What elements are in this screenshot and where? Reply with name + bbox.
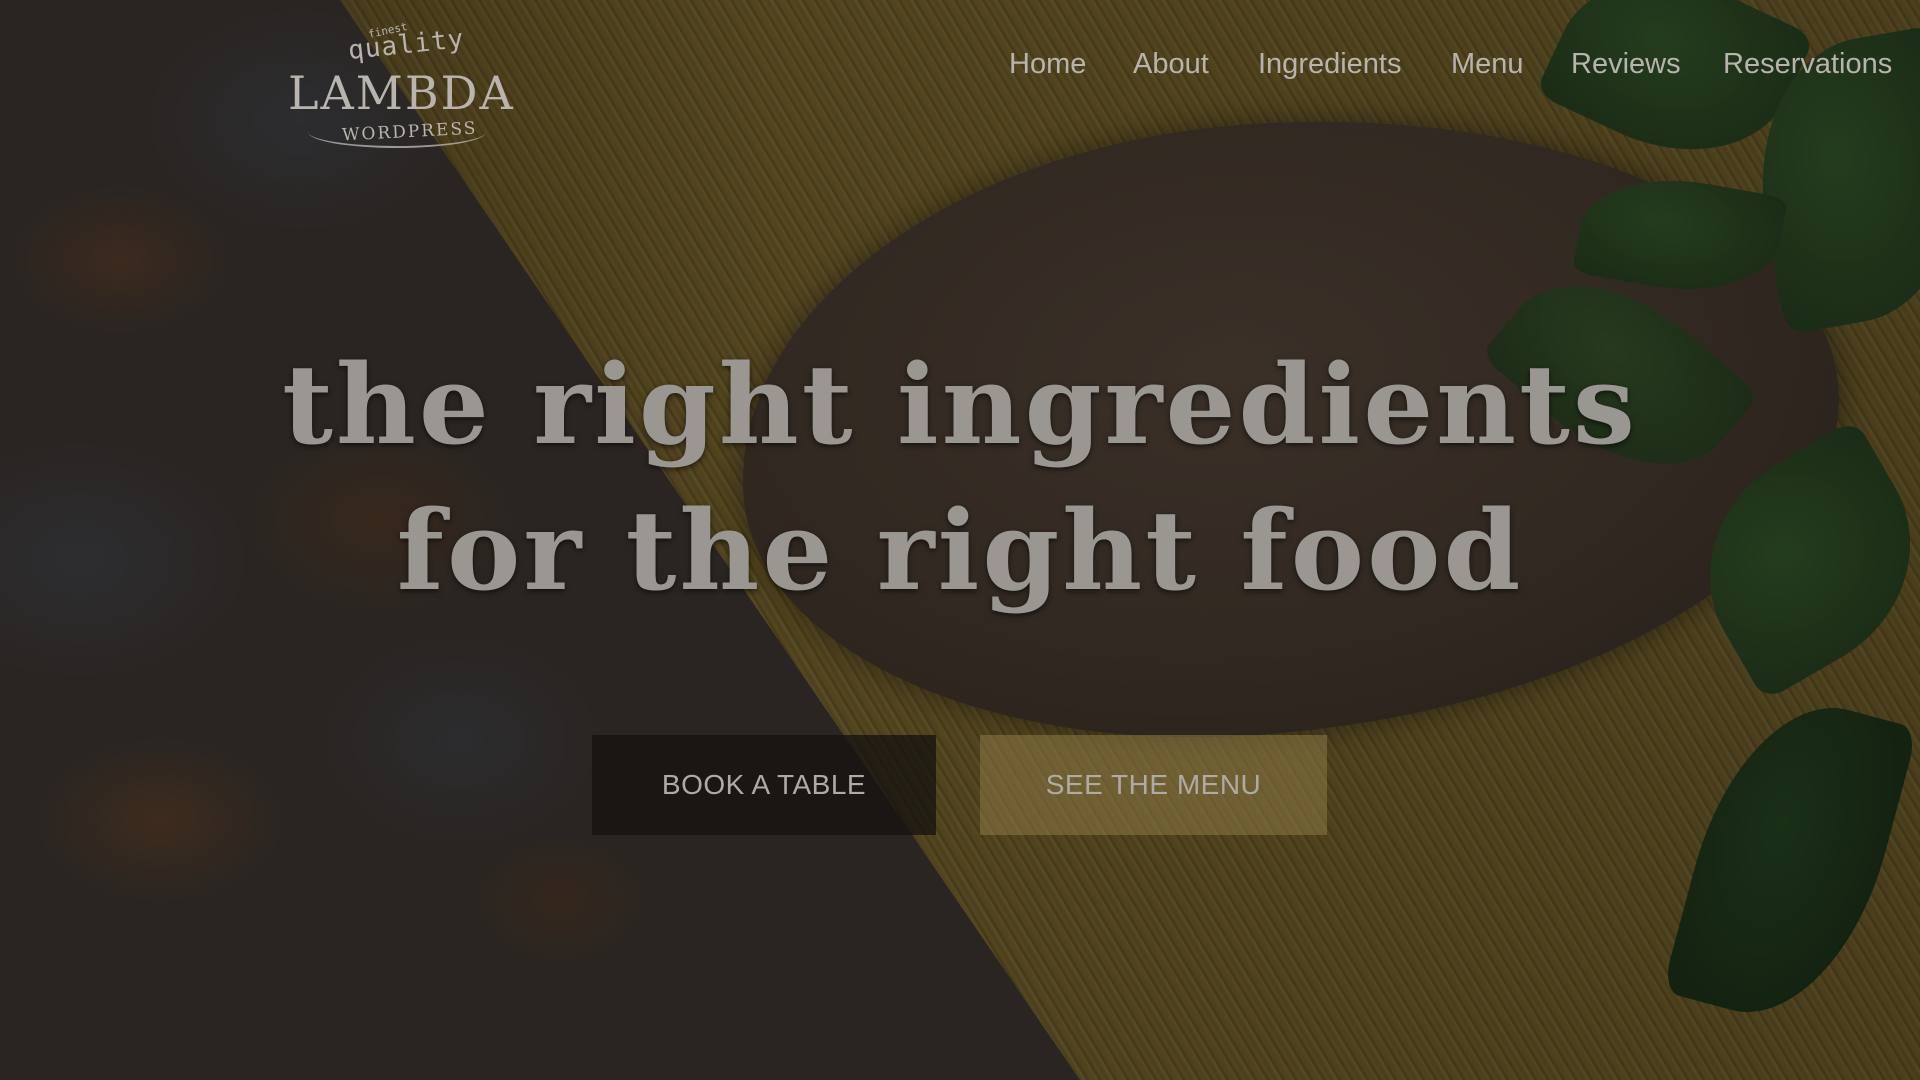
nav-ingredients[interactable]: Ingredients — [1258, 48, 1402, 81]
nav-menu[interactable]: Menu — [1451, 48, 1524, 81]
nav-reservations[interactable]: Reservations — [1723, 48, 1892, 81]
nav-reviews[interactable]: Reviews — [1571, 48, 1681, 81]
book-table-button[interactable]: BOOK A TABLE — [592, 735, 936, 835]
hero-headline-line1: the right ingredients — [282, 340, 1638, 469]
hero-headline-line2: for the right food — [396, 486, 1524, 615]
main-nav: Home About Ingredients Menu Reviews Rese… — [0, 48, 1920, 88]
nav-about[interactable]: About — [1133, 48, 1209, 81]
see-menu-button[interactable]: SEE THE MENU — [980, 735, 1327, 835]
nav-home[interactable]: Home — [1009, 48, 1086, 81]
